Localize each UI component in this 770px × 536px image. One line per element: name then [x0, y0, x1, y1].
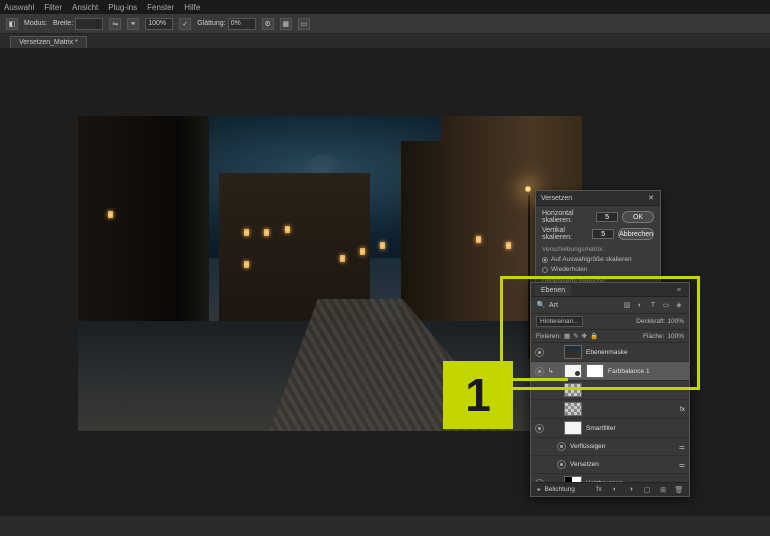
- filter-settings-icon[interactable]: ⚌: [679, 461, 685, 469]
- callout-number: 1: [465, 368, 491, 422]
- adjustment-icon[interactable]: ◑: [626, 485, 636, 495]
- new-layer-icon[interactable]: ⊞: [658, 485, 668, 495]
- lock-all-icon[interactable]: 🔒: [590, 332, 598, 340]
- layer-name: Smartfilter: [586, 425, 616, 432]
- visibility-icon[interactable]: [557, 442, 566, 451]
- v-scale-label: Vertikal skalieren:: [542, 227, 588, 241]
- opacity-label: Deckkraft:: [636, 318, 665, 325]
- menu-item[interactable]: Auswahl: [4, 3, 34, 12]
- lock-paint-icon[interactable]: ✎: [573, 332, 578, 340]
- opacity-value[interactable]: 100%: [667, 318, 684, 325]
- link-icon[interactable]: ⚭: [127, 18, 139, 30]
- filter-icon[interactable]: ▧: [622, 300, 632, 310]
- blend-mode-select[interactable]: Hintereinan...: [536, 316, 583, 327]
- radio-tile[interactable]: Wiederholen: [542, 266, 654, 273]
- document-tab[interactable]: Versetzen_Matrix *: [10, 36, 87, 48]
- status-bar: [0, 528, 770, 536]
- layer-row[interactable]: [531, 381, 689, 400]
- visibility-icon[interactable]: [535, 424, 544, 433]
- check-icon[interactable]: ✓: [179, 18, 191, 30]
- link-icon[interactable]: ⚭: [536, 486, 541, 494]
- smart-filter-item[interactable]: Versetzen ⚌: [531, 456, 689, 474]
- smart-filter-item[interactable]: Verflüssigen ⚌: [531, 438, 689, 456]
- fill-value[interactable]: 100%: [667, 333, 684, 340]
- group-icon[interactable]: ▢: [642, 485, 652, 495]
- document-tabs: Versetzen_Matrix *: [0, 34, 770, 48]
- filter-settings-icon[interactable]: ⚌: [679, 443, 685, 451]
- filter-icon[interactable]: ▭: [661, 300, 671, 310]
- mode-label: Modus:: [24, 20, 47, 27]
- lock-transparency-icon[interactable]: ▦: [564, 332, 570, 340]
- gear-icon[interactable]: ⚙: [262, 18, 274, 30]
- close-icon[interactable]: ✕: [647, 194, 655, 202]
- callout-connector: [512, 378, 568, 381]
- layer-thumb[interactable]: [564, 402, 582, 416]
- menu-item[interactable]: Ansicht: [72, 3, 98, 12]
- visibility-icon[interactable]: [535, 386, 544, 395]
- layers-list: Ebenenmaske ↳ Farbbalance 1 fx Smartfilt…: [531, 343, 689, 493]
- radio-stretch[interactable]: Auf Auswahlgröße skalieren: [542, 256, 654, 263]
- trash-icon[interactable]: 🗑: [674, 485, 684, 495]
- section-label: Verschiebungsmatrix:: [542, 246, 654, 253]
- tool-preset-icon[interactable]: ◧: [6, 18, 18, 30]
- opt-icon[interactable]: ▭: [298, 18, 310, 30]
- menu-item[interactable]: Plug-ins: [108, 3, 137, 12]
- layer-thumb[interactable]: [564, 383, 582, 397]
- layer-row[interactable]: fx: [531, 400, 689, 419]
- fx-label[interactable]: fx: [680, 406, 685, 413]
- layers-footer: ⚭Belichtung fx ◐ ◑ ▢ ⊞ 🗑: [531, 482, 689, 496]
- layers-tab[interactable]: Ebenen: [535, 285, 571, 296]
- radio-label: Auf Auswahlgröße skalieren: [551, 256, 632, 263]
- search-icon[interactable]: 🔍: [536, 300, 546, 310]
- layer-thumb[interactable]: [564, 345, 582, 359]
- h-scale-label: Horizontal skalieren:: [542, 210, 592, 224]
- visibility-icon[interactable]: [535, 348, 544, 357]
- tab-title: Versetzen_Matrix *: [19, 39, 78, 46]
- filter-icon[interactable]: ◈: [674, 300, 684, 310]
- filter-icon[interactable]: T: [648, 300, 658, 310]
- layer-name[interactable]: Farbbalance 1: [608, 368, 650, 375]
- cancel-button[interactable]: Abbrechen: [618, 228, 654, 240]
- ok-button[interactable]: OK: [622, 211, 654, 223]
- mask-thumb[interactable]: [586, 364, 604, 378]
- menu-item[interactable]: Filter: [44, 3, 62, 12]
- footer-label: Belichtung: [544, 486, 574, 493]
- options-bar: ◧ Modus: Breite: ⇋ ⚭ ✓ Glättung: ⚙ ▦ ▭: [0, 14, 770, 34]
- smooth-label: Glättung:: [197, 20, 225, 27]
- fill-label: Fläche:: [643, 333, 664, 340]
- panel-menu-icon[interactable]: ≡: [673, 285, 685, 296]
- fx-icon[interactable]: fx: [594, 485, 604, 495]
- mask-icon[interactable]: ◐: [610, 485, 620, 495]
- filter-name[interactable]: Verflüssigen: [570, 443, 605, 450]
- opt-icon[interactable]: ▦: [280, 18, 292, 30]
- tutorial-callout: 1: [443, 361, 513, 429]
- smooth-input[interactable]: [228, 18, 256, 30]
- lock-position-icon[interactable]: ✥: [582, 332, 587, 340]
- lock-label: Fixieren:: [536, 333, 561, 340]
- dialog-title: Versetzen: [541, 195, 572, 202]
- zoom-input[interactable]: [145, 18, 173, 30]
- visibility-icon[interactable]: [535, 405, 544, 414]
- menu-item[interactable]: Hilfe: [184, 3, 200, 12]
- swap-icon[interactable]: ⇋: [109, 18, 121, 30]
- filter-mask-thumb[interactable]: [564, 421, 582, 435]
- radio-label: Wiederholen: [551, 266, 588, 273]
- filter-kind[interactable]: Art: [549, 302, 558, 309]
- v-scale-input[interactable]: [592, 229, 614, 239]
- clip-icon: ↳: [548, 367, 560, 375]
- filter-icon[interactable]: ◐: [635, 300, 645, 310]
- menu-bar: Auswahl Filter Ansicht Plug-ins Fenster …: [0, 0, 770, 14]
- layer-name[interactable]: Ebenenmaske: [586, 349, 628, 356]
- smart-filters-row[interactable]: Smartfilter: [531, 419, 689, 438]
- width-input[interactable]: [75, 18, 103, 30]
- filter-name[interactable]: Versetzen: [570, 461, 599, 468]
- layers-panel: Ebenen ≡ 🔍 Art ▧ ◐ T ▭ ◈ Hintereinan... …: [530, 282, 690, 497]
- layer-row[interactable]: Ebenenmaske: [531, 343, 689, 362]
- h-scale-input[interactable]: [596, 212, 618, 222]
- adjustment-thumb[interactable]: [564, 364, 582, 378]
- visibility-icon[interactable]: [557, 460, 566, 469]
- menu-item[interactable]: Fenster: [147, 3, 174, 12]
- visibility-icon[interactable]: [535, 367, 544, 376]
- width-label: Breite:: [53, 20, 73, 27]
